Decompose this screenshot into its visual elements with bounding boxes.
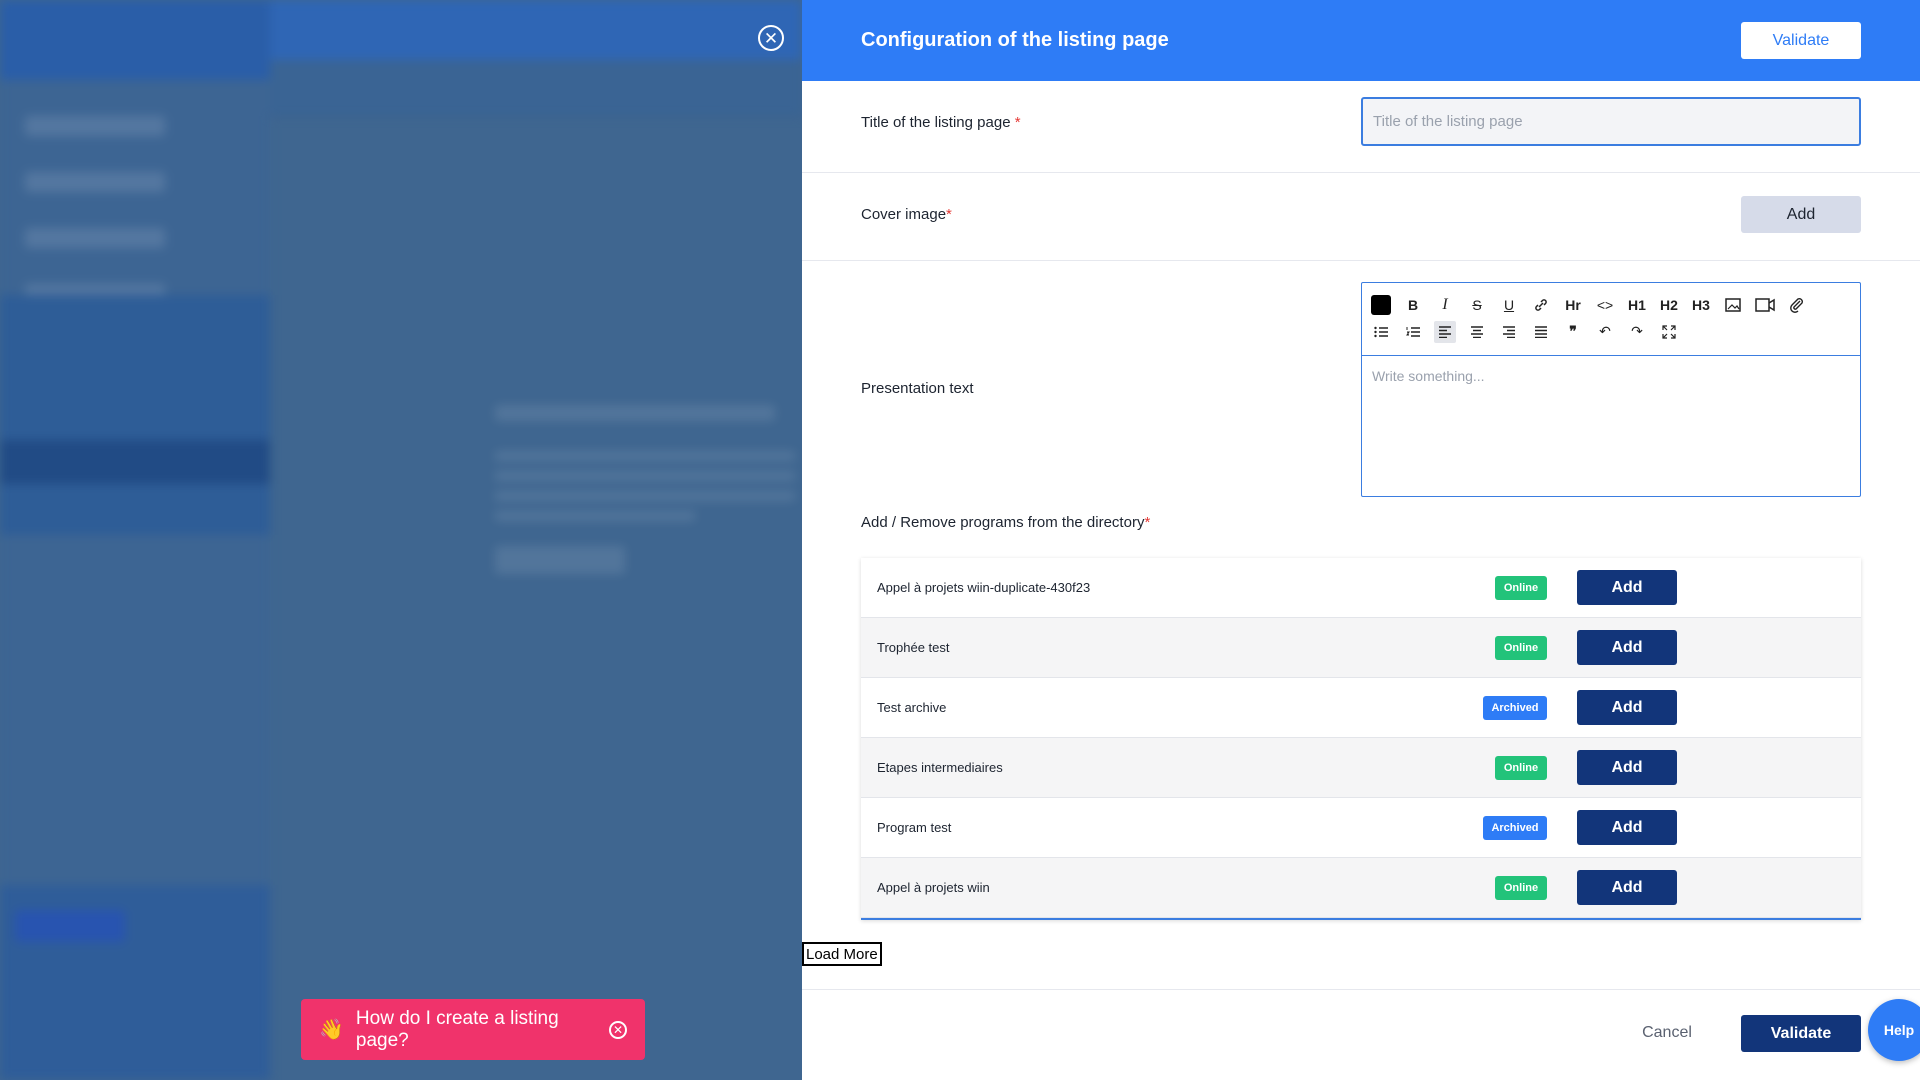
footer-divider bbox=[802, 989, 1920, 990]
attachment-icon[interactable] bbox=[1786, 294, 1808, 316]
validate-top-button[interactable]: Validate bbox=[1741, 22, 1861, 59]
validate-button[interactable]: Validate bbox=[1741, 1015, 1861, 1052]
programs-list: Appel à projets wiin-duplicate-430f23 Onl… bbox=[861, 558, 1861, 920]
program-name: Trophée test bbox=[877, 640, 950, 655]
wave-icon: 👋 bbox=[319, 1019, 344, 1041]
italic-icon[interactable]: I bbox=[1434, 294, 1456, 316]
program-name: Appel à projets wiin bbox=[877, 880, 990, 895]
title-row: Title of the listing page * bbox=[802, 81, 1920, 173]
program-row: Appel à projets wiin Online Add bbox=[861, 858, 1861, 918]
heading2-icon[interactable]: H2 bbox=[1658, 294, 1680, 316]
programs-label: Add / Remove programs from the directory… bbox=[861, 514, 1151, 531]
presentation-label: Presentation text bbox=[861, 380, 974, 397]
heading1-icon[interactable]: H1 bbox=[1626, 294, 1648, 316]
fullscreen-icon[interactable] bbox=[1658, 321, 1680, 343]
align-right-icon[interactable] bbox=[1498, 321, 1520, 343]
background-submenu bbox=[0, 295, 270, 535]
background-app bbox=[0, 0, 802, 1080]
ordered-list-icon[interactable] bbox=[1402, 321, 1424, 343]
link-icon[interactable] bbox=[1530, 294, 1552, 316]
redo-icon[interactable]: ↷ bbox=[1626, 321, 1648, 343]
add-cover-image-button[interactable]: Add bbox=[1741, 196, 1861, 233]
code-icon[interactable]: <> bbox=[1594, 294, 1616, 316]
program-name: Test archive bbox=[877, 700, 947, 715]
drawer-title: Configuration of the listing page bbox=[861, 29, 1169, 51]
cancel-button[interactable]: Cancel bbox=[1627, 1016, 1707, 1050]
program-row: Program test Archived Add bbox=[861, 798, 1861, 858]
help-toast-text: How do I create a listing page? bbox=[355, 1007, 559, 1051]
add-program-button[interactable]: Add bbox=[1577, 810, 1677, 845]
background-help-panel bbox=[0, 885, 270, 1080]
rich-text-editor: B I S U Hr <> H1 H2 H3 ❞ ↶ ↷ Write somet… bbox=[1361, 282, 1861, 497]
bold-icon[interactable]: B bbox=[1402, 294, 1424, 316]
add-program-button[interactable]: Add bbox=[1577, 630, 1677, 665]
cover-label: Cover image* bbox=[861, 206, 952, 223]
program-row: Test archive Archived Add bbox=[861, 678, 1861, 738]
status-badge: Online bbox=[1495, 575, 1547, 600]
program-name: Program test bbox=[877, 820, 952, 835]
editor-toolbar: B I S U Hr <> H1 H2 H3 ❞ ↶ ↷ bbox=[1362, 283, 1860, 356]
program-row: Etapes intermediaires Online Add bbox=[861, 738, 1861, 798]
drawer-header: Configuration of the listing page Valida… bbox=[802, 0, 1920, 81]
strikethrough-icon[interactable]: S bbox=[1466, 294, 1488, 316]
close-toast-icon[interactable]: ✕ bbox=[609, 1020, 627, 1039]
program-row: Trophée test Online Add bbox=[861, 618, 1861, 678]
status-badge: Online bbox=[1495, 875, 1547, 900]
help-toast[interactable]: 👋 How do I create a listing page? ✕ bbox=[301, 999, 645, 1060]
add-program-button[interactable]: Add bbox=[1577, 750, 1677, 785]
program-name: Appel à projets wiin-duplicate-430f23 bbox=[877, 580, 1091, 595]
status-badge: Archived bbox=[1483, 695, 1547, 720]
add-program-button[interactable]: Add bbox=[1577, 570, 1677, 605]
close-drawer-icon[interactable]: ✕ bbox=[758, 25, 784, 51]
status-badge: Online bbox=[1495, 755, 1547, 780]
align-left-icon[interactable] bbox=[1434, 320, 1456, 343]
horizontal-rule-icon[interactable]: Hr bbox=[1562, 294, 1584, 316]
background-topbar bbox=[270, 0, 802, 60]
status-badge: Archived bbox=[1483, 815, 1547, 840]
title-label: Title of the listing page * bbox=[861, 114, 1021, 131]
load-more-button[interactable]: Load More bbox=[802, 942, 882, 966]
program-name: Etapes intermediaires bbox=[877, 760, 1003, 775]
undo-icon[interactable]: ↶ bbox=[1594, 321, 1616, 343]
image-icon[interactable] bbox=[1722, 294, 1744, 316]
underline-icon[interactable]: U bbox=[1498, 294, 1520, 316]
justify-icon[interactable] bbox=[1530, 321, 1552, 343]
add-program-button[interactable]: Add bbox=[1577, 690, 1677, 725]
config-drawer: Configuration of the listing page Valida… bbox=[802, 0, 1920, 1080]
listing-title-input[interactable] bbox=[1361, 97, 1861, 146]
add-program-button[interactable]: Add bbox=[1577, 870, 1677, 905]
program-row: Appel à projets wiin-duplicate-430f23 Onl… bbox=[861, 558, 1861, 618]
align-center-icon[interactable] bbox=[1466, 321, 1488, 343]
video-icon[interactable] bbox=[1754, 294, 1776, 316]
heading3-icon[interactable]: H3 bbox=[1690, 294, 1712, 316]
background-subheader bbox=[270, 60, 802, 116]
background-content bbox=[495, 405, 795, 585]
presentation-text-area[interactable]: Write something... bbox=[1362, 356, 1860, 480]
quote-icon[interactable]: ❞ bbox=[1562, 321, 1584, 343]
cover-row: Cover image* Add bbox=[802, 173, 1920, 261]
status-badge: Online bbox=[1495, 635, 1547, 660]
bullet-list-icon[interactable] bbox=[1370, 321, 1392, 343]
text-color-icon[interactable] bbox=[1370, 294, 1392, 316]
